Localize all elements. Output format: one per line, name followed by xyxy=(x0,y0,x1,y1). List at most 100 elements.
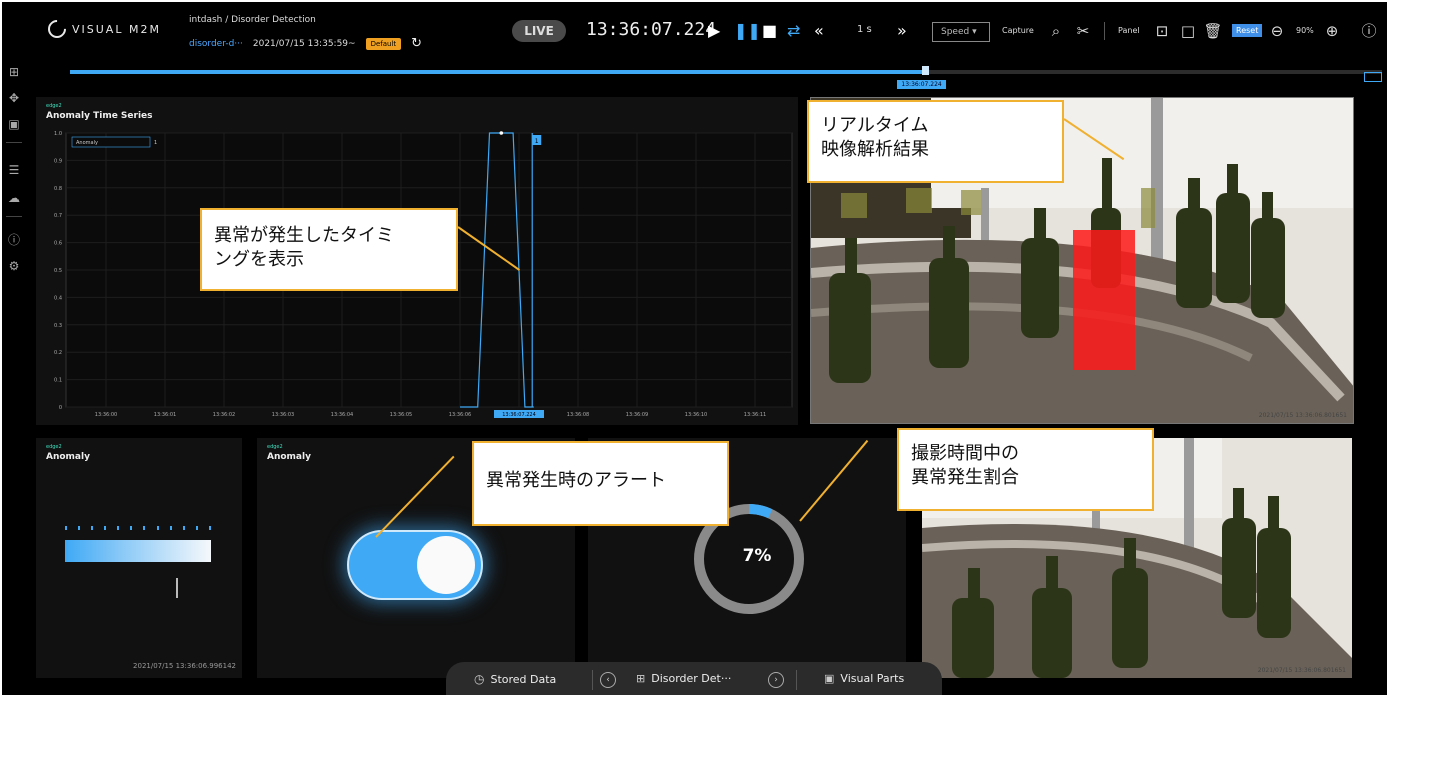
legend-label: Anomaly xyxy=(76,140,98,146)
step-interval[interactable]: 1 s xyxy=(857,24,872,35)
callout-anomaly-timing: 異常が発生したタイミ ングを表示 xyxy=(200,208,458,291)
toggle-knob xyxy=(417,536,475,594)
stored-data-label: Stored Data xyxy=(490,672,557,686)
anomaly-ratio-value: 7% xyxy=(742,546,772,566)
x-tick-label: 13:36:11 xyxy=(744,412,766,418)
y-tick-label: 0.9 xyxy=(54,158,62,164)
timeline-end-marker[interactable] xyxy=(1364,72,1382,82)
divider xyxy=(592,670,593,690)
measurement-time: 2021/07/15 13:35:59~ xyxy=(252,38,356,49)
dashboard-select-label: Disorder Det··· xyxy=(651,672,732,685)
x-tick-label: 13:36:10 xyxy=(685,412,707,418)
scissors-icon[interactable]: ✂ xyxy=(1073,21,1093,41)
breadcrumb[interactable]: intdash / Disorder Detection xyxy=(189,15,316,25)
x-tick-label: 13:36:07.224 xyxy=(502,412,536,418)
zoom-in-icon[interactable]: ⊕ xyxy=(1322,21,1342,41)
reset-button[interactable]: Reset xyxy=(1232,24,1263,37)
panel-edge-label: edge2 xyxy=(46,444,62,450)
measurement-name[interactable]: disorder-d··· xyxy=(189,39,243,49)
callout-text: ングを表示 xyxy=(214,249,304,270)
y-tick-label: 0.8 xyxy=(54,186,62,192)
pause-icon[interactable]: ❚❚ xyxy=(734,20,761,42)
panel-title: Anomaly xyxy=(46,452,90,462)
zoom-out-icon[interactable]: ⊖ xyxy=(1267,21,1287,41)
speed-select[interactable]: Speed ▾ xyxy=(932,22,990,42)
rewind-icon[interactable]: « xyxy=(814,20,824,42)
callout-text: 異常発生割合 xyxy=(911,467,1019,488)
chevron-right-icon: › xyxy=(768,672,784,688)
dashboard-icon: ⊞ xyxy=(636,672,646,685)
move-icon[interactable]: ✥ xyxy=(6,90,22,106)
timeline-handle[interactable] xyxy=(922,66,930,75)
x-tick-label: 13:36:08 xyxy=(567,412,589,418)
app-window: VISUAL M2M intdash / Disorder Detection … xyxy=(2,2,1387,695)
x-tick-label: 13:36:04 xyxy=(331,412,353,418)
y-tick-label: 0 xyxy=(59,405,62,411)
loop-icon[interactable]: ⇄ xyxy=(787,20,800,42)
callout-text: 映像解析結果 xyxy=(821,139,929,160)
fast-forward-icon[interactable]: » xyxy=(897,20,907,42)
panel-title: Anomaly xyxy=(267,452,311,462)
panel-timestamp: 2021/07/15 13:36:06.996142 xyxy=(133,662,236,670)
dashboard-icon[interactable]: ⊞ xyxy=(6,64,22,80)
logo-icon xyxy=(44,16,70,42)
timeline-current-label: 13:36:07.224 xyxy=(897,80,946,89)
reload-icon[interactable]: ↻ xyxy=(411,36,422,51)
cloud-icon[interactable]: ☁ xyxy=(6,190,22,206)
x-tick-label: 13:36:00 xyxy=(95,412,117,418)
anomaly-alert-toggle[interactable] xyxy=(347,530,483,600)
zoom-level: 90% xyxy=(1296,26,1314,35)
info-icon[interactable]: ⓘ xyxy=(1359,21,1379,41)
play-icon[interactable]: ▶ xyxy=(708,20,720,42)
x-tick-label: 13:36:01 xyxy=(154,412,176,418)
blank-panel-icon[interactable]: □ xyxy=(1178,21,1198,41)
timeline-progress xyxy=(70,70,926,74)
next-dashboard-button[interactable]: › xyxy=(768,672,784,688)
live-button[interactable]: LIVE xyxy=(512,20,566,42)
image-icon[interactable]: ▣ xyxy=(6,116,22,132)
logo-text: VISUAL M2M xyxy=(72,22,161,36)
stored-data-icon: ◷ xyxy=(474,672,485,686)
y-tick-label: 0.6 xyxy=(54,241,62,247)
callout-text: リアルタイム xyxy=(821,115,929,136)
dashboard-select[interactable]: ⊞ Disorder Det··· xyxy=(636,672,731,685)
capture-search-icon[interactable]: ⌕ xyxy=(1046,21,1066,41)
visual-parts-label: Visual Parts xyxy=(840,672,905,685)
y-tick-label: 0.1 xyxy=(54,378,62,384)
timeline-slider[interactable] xyxy=(70,66,1382,75)
video-timestamp: 2021/07/15 13:36:06.801651 xyxy=(1258,412,1347,419)
callout-realtime-analysis: リアルタイム 映像解析結果 xyxy=(807,100,1064,183)
anomaly-gradient-bar xyxy=(65,540,211,562)
callout-anomaly-ratio: 撮影時間中の 異常発生割合 xyxy=(897,428,1154,511)
add-panel-icon[interactable]: ⊡ xyxy=(1152,21,1172,41)
info-icon[interactable]: ⓘ xyxy=(6,232,22,248)
stored-data-button[interactable]: ◷ Stored Data xyxy=(474,672,556,686)
settings-icon[interactable]: ⚙ xyxy=(6,258,22,274)
status-badge: Default xyxy=(365,37,402,50)
y-tick-label: 0.3 xyxy=(54,323,62,329)
callout-text: 異常が発生したタイミ xyxy=(214,225,394,246)
top-bar: VISUAL M2M intdash / Disorder Detection … xyxy=(2,2,1387,60)
trash-icon[interactable]: 🗑 xyxy=(1203,21,1223,41)
bottom-nav: ◷ Stored Data ‹ ⊞ Disorder Det··· › ▣ Vi… xyxy=(446,662,942,695)
video-timestamp: 2021/07/15 13:36:06.801651 xyxy=(1257,667,1346,674)
y-tick-label: 0.2 xyxy=(54,350,62,356)
visual-parts-button[interactable]: ▣ Visual Parts xyxy=(824,672,904,685)
chevron-left-icon: ‹ xyxy=(600,672,616,688)
divider xyxy=(1104,22,1105,40)
chevron-down-icon: ▾ xyxy=(972,27,977,37)
x-tick-label: 13:36:05 xyxy=(390,412,412,418)
measurement-info: disorder-d··· 2021/07/15 13:35:59~ Defau… xyxy=(189,36,422,51)
stop-icon[interactable]: ■ xyxy=(762,20,777,42)
playback-clock: 13:36:07.224 xyxy=(586,19,717,40)
list-icon[interactable]: ☰ xyxy=(6,162,22,178)
callout-text: 異常発生時のアラート xyxy=(486,470,666,491)
left-rail: ⊞ ✥ ▣ ☰ ☁ ⓘ ⚙ xyxy=(2,60,26,695)
visual-parts-icon: ▣ xyxy=(824,672,835,685)
prev-dashboard-button[interactable]: ‹ xyxy=(600,672,616,688)
panel-edge-label: edge2 xyxy=(267,444,283,450)
callout-anomaly-alert: 異常発生時のアラート xyxy=(472,441,729,526)
divider xyxy=(6,216,22,217)
anomaly-bounding-box xyxy=(1073,230,1135,370)
divider xyxy=(796,670,797,690)
